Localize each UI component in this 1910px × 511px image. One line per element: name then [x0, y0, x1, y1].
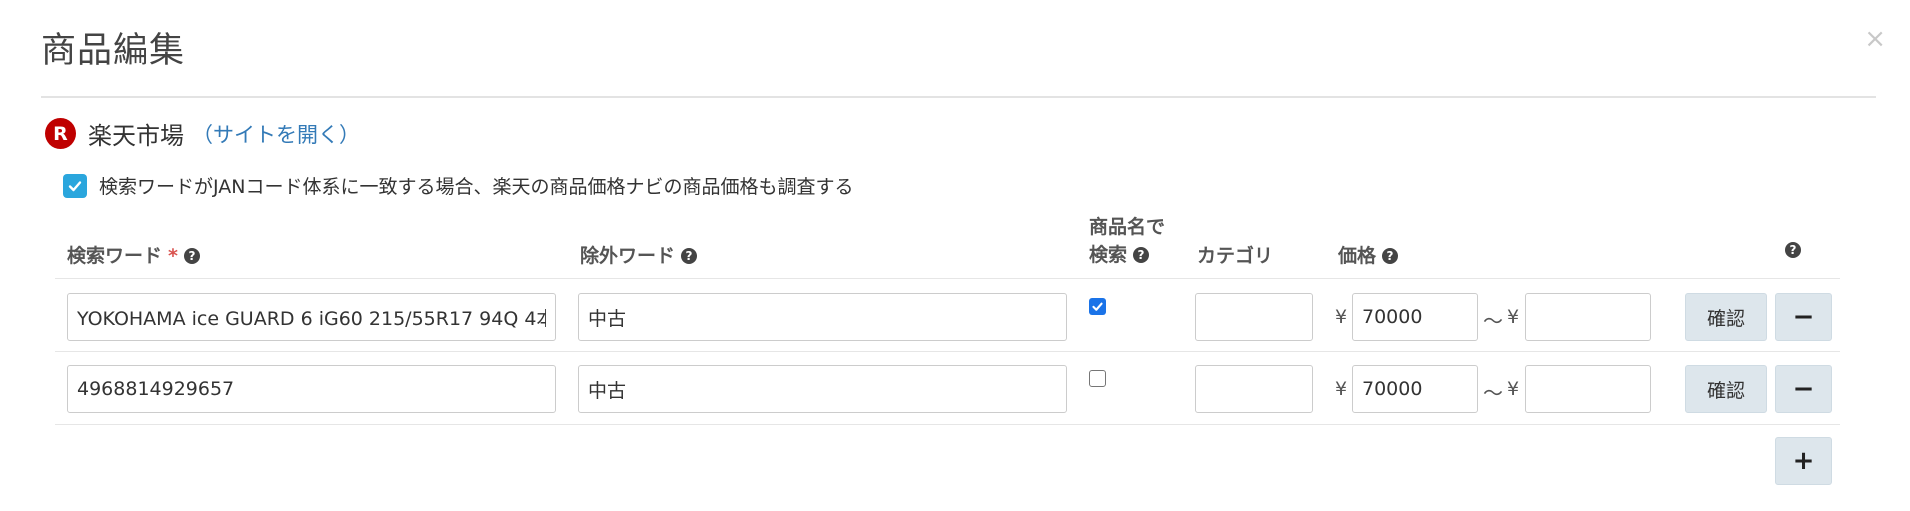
- header-price-label: 価格: [1338, 245, 1377, 267]
- exclude-word-input[interactable]: [578, 365, 1067, 413]
- minus-icon: −: [1792, 374, 1815, 404]
- price-max-input[interactable]: [1525, 365, 1651, 413]
- table-header: 検索ワード * ? 除外ワード ? 商品名で 検索 ? カテゴリ 価格 ? ?: [55, 208, 1840, 279]
- category-input[interactable]: [1195, 293, 1313, 341]
- price-min-input[interactable]: [1352, 293, 1478, 341]
- yen-symbol: ¥: [1335, 306, 1348, 328]
- range-tilde: 〜: [1483, 309, 1503, 333]
- header-search-word: 検索ワード * ?: [67, 242, 200, 270]
- help-icon[interactable]: ?: [681, 248, 698, 264]
- help-icon[interactable]: ?: [1785, 242, 1801, 258]
- header-exclude-word: 除外ワード ?: [580, 242, 698, 270]
- price-min-input[interactable]: [1352, 365, 1478, 413]
- header-search-by-name-line2-wrap: 検索 ?: [1089, 241, 1150, 269]
- table-row: ¥ 〜 ¥ 確認 −: [55, 352, 1840, 425]
- jan-option: 検索ワードがJANコード体系に一致する場合、楽天の商品価格ナビの商品価格も調査す…: [63, 172, 853, 199]
- header-exclude-word-label: 除外ワード: [580, 245, 676, 267]
- store-name: 楽天市場: [88, 122, 184, 150]
- remove-row-button[interactable]: −: [1775, 293, 1832, 341]
- search-by-name-checkbox[interactable]: [1089, 298, 1106, 315]
- header-actions: ?: [1785, 242, 1801, 258]
- title-divider: [41, 96, 1876, 98]
- header-search-by-name-line2: 検索: [1089, 244, 1128, 266]
- header-category-label: カテゴリ: [1197, 245, 1274, 267]
- open-site-link[interactable]: （サイトを開く）: [192, 119, 360, 149]
- jan-option-checkbox[interactable]: [63, 173, 87, 198]
- checkmark-icon: [1092, 302, 1103, 311]
- header-search-by-name: 商品名で 検索 ?: [1089, 213, 1165, 269]
- remove-row-button[interactable]: −: [1775, 365, 1832, 413]
- yen-symbol: ¥: [1507, 306, 1520, 328]
- search-word-input[interactable]: [67, 293, 556, 341]
- plus-icon: +: [1792, 446, 1815, 476]
- help-icon[interactable]: ?: [1133, 247, 1150, 263]
- store-header: R 楽天市場 （サイトを開く）: [45, 116, 360, 151]
- rakuten-logo-icon: R: [45, 118, 76, 149]
- yen-symbol: ¥: [1507, 378, 1520, 400]
- add-row-button[interactable]: +: [1775, 437, 1832, 485]
- header-search-by-name-line1: 商品名で: [1089, 216, 1166, 238]
- header-price: 価格 ?: [1338, 242, 1399, 270]
- exclude-word-input[interactable]: [578, 293, 1067, 341]
- modal-title: 商品編集: [41, 31, 186, 71]
- confirm-button-label: 確認: [1706, 307, 1745, 330]
- range-tilde: 〜: [1483, 381, 1503, 405]
- close-icon[interactable]: ×: [1864, 26, 1886, 52]
- yen-symbol: ¥: [1335, 378, 1348, 400]
- price-max-input[interactable]: [1525, 293, 1651, 341]
- header-category: カテゴリ: [1197, 242, 1273, 270]
- header-search-word-label: 検索ワード: [67, 245, 163, 267]
- search-word-input[interactable]: [67, 365, 556, 413]
- table-row: ¥ 〜 ¥ 確認 −: [55, 279, 1840, 352]
- minus-icon: −: [1792, 302, 1815, 332]
- checkmark-icon: [68, 180, 82, 191]
- confirm-button[interactable]: 確認: [1685, 293, 1767, 341]
- jan-option-label: 検索ワードがJANコード体系に一致する場合、楽天の商品価格ナビの商品価格も調査す…: [99, 176, 854, 198]
- category-input[interactable]: [1195, 365, 1313, 413]
- search-by-name-checkbox[interactable]: [1089, 370, 1106, 387]
- confirm-button-label: 確認: [1706, 379, 1745, 402]
- required-star: *: [168, 245, 178, 267]
- help-icon[interactable]: ?: [1382, 248, 1399, 264]
- confirm-button[interactable]: 確認: [1685, 365, 1767, 413]
- help-icon[interactable]: ?: [183, 248, 200, 264]
